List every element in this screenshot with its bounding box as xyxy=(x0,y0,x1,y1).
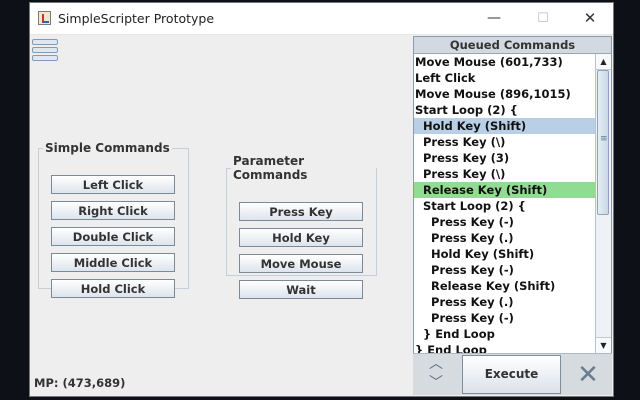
scroll-up-arrow-icon[interactable]: ▲ xyxy=(596,54,611,70)
execute-button[interactable]: Execute xyxy=(462,355,561,394)
parameter-commands-title: Parameter Commands xyxy=(233,154,308,182)
queued-commands-header: Queued Commands xyxy=(414,37,611,54)
mouse-position-status: MP: (473,689) xyxy=(34,376,126,390)
queue-item[interactable]: Press Key (.) xyxy=(414,294,596,310)
hamburger-menu-icon[interactable] xyxy=(32,39,58,61)
scroll-thumb[interactable]: ≡ xyxy=(597,70,609,215)
close-button[interactable]: ✕ xyxy=(567,3,613,34)
wait-button[interactable]: Wait xyxy=(239,280,363,299)
queue-item[interactable]: Press Key (.) xyxy=(414,230,596,246)
java-app-icon xyxy=(38,11,51,25)
chevron-up-icon[interactable]: ︿ xyxy=(423,356,449,373)
chevron-down-icon[interactable]: ﹀ xyxy=(423,375,449,392)
queue-item[interactable]: Start Loop (2) { xyxy=(414,198,596,214)
grip-icon: ≡ xyxy=(600,134,608,144)
minimize-button[interactable]: — xyxy=(471,3,517,34)
queue-item[interactable]: Move Mouse (601,733) xyxy=(414,54,596,70)
queue-item[interactable]: } End Loop xyxy=(414,326,596,342)
queue-item[interactable]: Press Key (-) xyxy=(414,214,596,230)
queued-commands-list[interactable]: Move Mouse (601,733) Left Click Move Mou… xyxy=(414,54,596,353)
simple-commands-group: Simple Commands Left Click Right Click D… xyxy=(38,141,189,298)
queue-item[interactable]: Press Key (-) xyxy=(414,310,596,326)
parameter-commands-group: Parameter Commands Press Key Hold Key Mo… xyxy=(226,154,377,299)
queued-commands-panel: Queued Commands Move Mouse (601,733) Lef… xyxy=(413,36,612,354)
right-click-button[interactable]: Right Click xyxy=(51,201,175,220)
move-mouse-button[interactable]: Move Mouse xyxy=(239,254,363,273)
queue-item-selected[interactable]: Hold Key (Shift) xyxy=(414,118,596,134)
middle-click-button[interactable]: Middle Click xyxy=(51,253,175,272)
queue-item[interactable]: Press Key (-) xyxy=(414,262,596,278)
queue-scrollbar[interactable]: ▲ ≡ ▼ xyxy=(595,54,611,353)
queue-item[interactable]: Release Key (Shift) xyxy=(414,278,596,294)
press-key-button[interactable]: Press Key xyxy=(239,202,363,221)
queue-item[interactable]: Start Loop (2) { xyxy=(414,102,596,118)
window-title: SimpleScripter Prototype xyxy=(58,11,215,26)
simple-commands-title: Simple Commands xyxy=(45,141,170,155)
app-window: SimpleScripter Prototype — ☐ ✕ Simple Co… xyxy=(29,2,614,397)
scroll-down-arrow-icon[interactable]: ▼ xyxy=(596,337,611,353)
queue-item[interactable]: Move Mouse (896,1015) xyxy=(414,86,596,102)
close-icon[interactable]: ✕ xyxy=(573,360,603,390)
left-click-button[interactable]: Left Click xyxy=(51,175,175,194)
queue-item-executing[interactable]: Release Key (Shift) xyxy=(414,182,596,198)
queue-item[interactable]: Left Click xyxy=(414,70,596,86)
queue-item[interactable]: Press Key (\) xyxy=(414,166,596,182)
double-click-button[interactable]: Double Click xyxy=(51,227,175,246)
title-bar: SimpleScripter Prototype — ☐ ✕ xyxy=(30,3,613,35)
queue-item[interactable]: } End Loop xyxy=(414,342,596,353)
maximize-button[interactable]: ☐ xyxy=(520,3,566,34)
hold-click-button[interactable]: Hold Click xyxy=(51,279,175,298)
queue-item[interactable]: Press Key (\) xyxy=(414,134,596,150)
hold-key-button[interactable]: Hold Key xyxy=(239,228,363,247)
queue-controls: ︿ ﹀ Execute ✕ xyxy=(413,353,612,395)
queue-item[interactable]: Press Key (3) xyxy=(414,150,596,166)
queue-item[interactable]: Hold Key (Shift) xyxy=(414,246,596,262)
